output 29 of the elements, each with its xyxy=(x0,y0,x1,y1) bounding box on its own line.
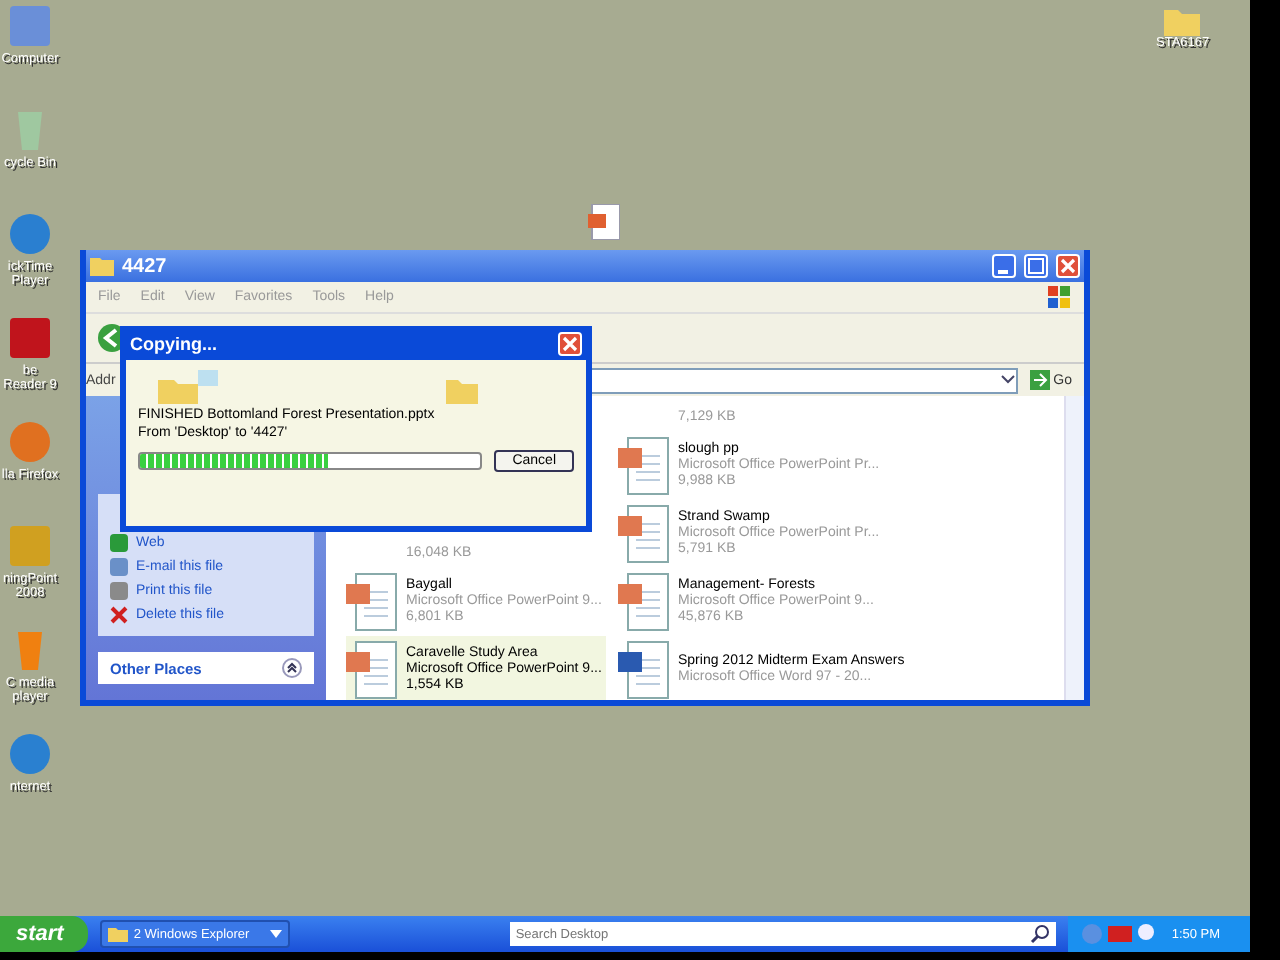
document-icon xyxy=(618,504,670,564)
shortcut-icon[interactable] xyxy=(4,208,56,260)
window-title: 4427 xyxy=(122,255,167,277)
folder-icon xyxy=(90,256,114,276)
folder-icon[interactable] xyxy=(1164,6,1201,36)
file-icon xyxy=(588,204,620,240)
tray-icons-drawing xyxy=(1079,922,1160,946)
document-icon xyxy=(618,436,670,496)
caret-icon xyxy=(269,930,282,938)
task-icon xyxy=(110,606,128,624)
windows-logo-icon xyxy=(1048,285,1072,309)
maximize-button[interactable] xyxy=(1024,254,1048,278)
close-button[interactable] xyxy=(558,331,582,355)
shortcut-icon[interactable] xyxy=(4,312,56,364)
search-icon[interactable] xyxy=(1029,924,1050,944)
scrollbar[interactable] xyxy=(1064,396,1084,700)
start-button[interactable]: start xyxy=(0,916,88,952)
document-icon xyxy=(618,572,670,632)
shortcut-icon[interactable] xyxy=(4,728,56,780)
minimize-button[interactable] xyxy=(992,254,1016,278)
collapse-icon[interactable] xyxy=(282,658,302,678)
shortcut-icon[interactable] xyxy=(4,0,56,52)
folder-icon xyxy=(446,376,478,404)
close-button[interactable] xyxy=(1056,254,1080,278)
dropdown-icon[interactable] xyxy=(999,374,1016,386)
shortcut-icon[interactable] xyxy=(4,416,56,468)
dialog-title: Copying... xyxy=(130,333,217,353)
folder-icon xyxy=(107,926,128,942)
document-icon xyxy=(346,572,398,632)
